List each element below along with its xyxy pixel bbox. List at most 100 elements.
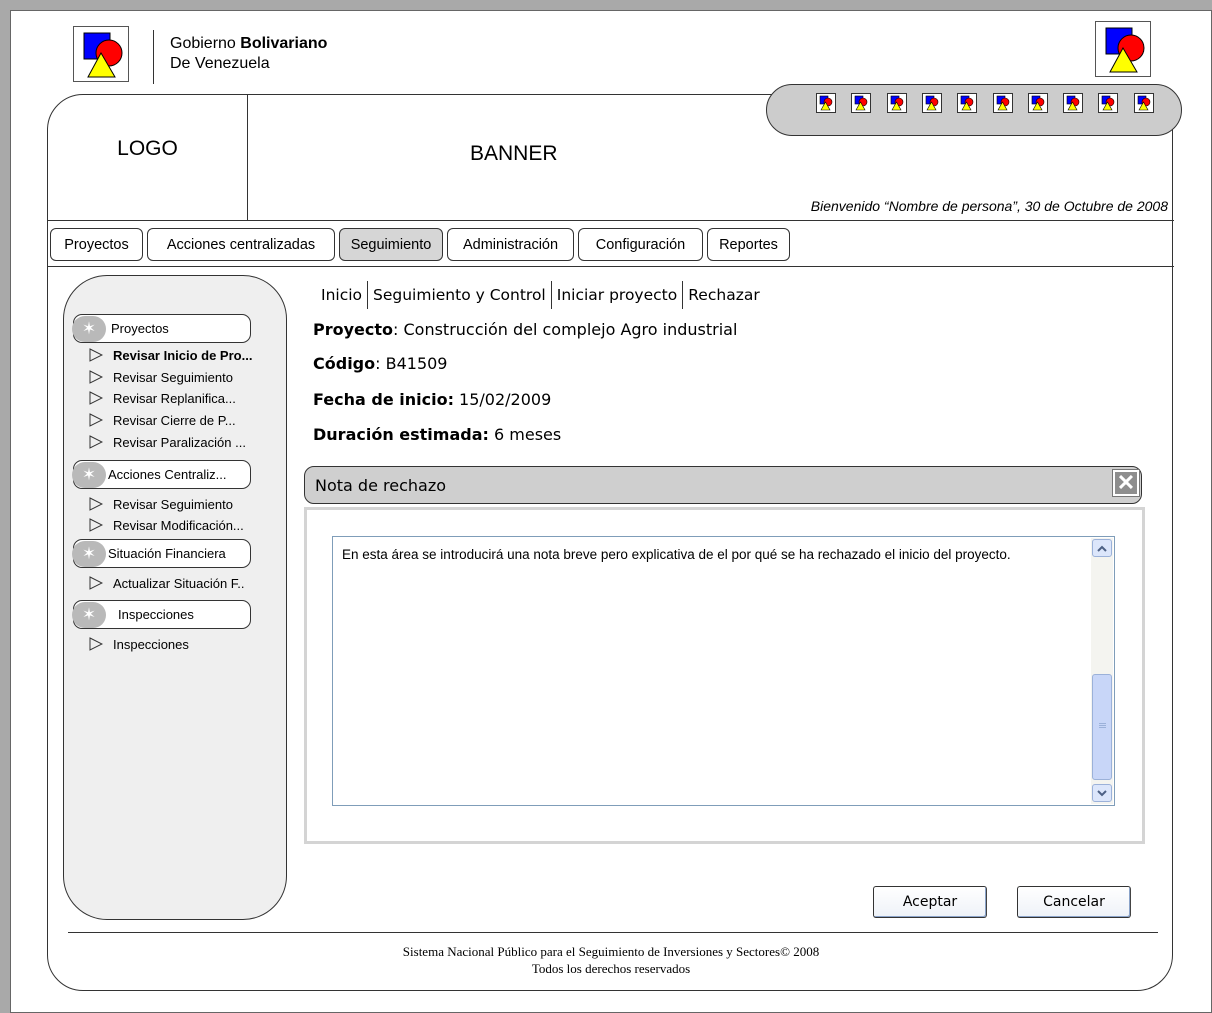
chevron-up-icon xyxy=(1097,545,1107,552)
shapes-mini-icon[interactable] xyxy=(922,93,942,113)
project-name: Proyecto: Construcción del complejo Agro… xyxy=(313,320,737,339)
sidebar-item-label: Revisar Seguimiento xyxy=(113,496,233,512)
breadcrumb-iniciar-proyecto[interactable]: Iniciar proyecto xyxy=(552,286,682,304)
project-duration-label: Duración estimada: xyxy=(313,425,489,444)
shapes-mini-icon[interactable] xyxy=(1134,93,1154,113)
rejection-note-panel: Nota de rechazo ✕ En esta área se introd… xyxy=(304,466,1145,846)
shapes-mini-icon[interactable] xyxy=(1028,93,1048,113)
logo-label: LOGO xyxy=(117,136,178,160)
logo-placeholder: LOGO xyxy=(48,95,248,220)
triangle-right-icon xyxy=(89,370,103,384)
textarea-scrollbar[interactable] xyxy=(1091,538,1113,804)
star-icon: ✶ xyxy=(72,316,106,342)
sidebar-item-label: Revisar Seguimiento xyxy=(113,369,233,385)
sidebar-item-revisar-inicio[interactable]: Revisar Inicio de Pro... xyxy=(89,346,252,364)
sidebar-item-label: Revisar Paralización ... xyxy=(113,434,246,450)
gov-logo-left-icon xyxy=(73,26,129,82)
cancel-button[interactable]: Cancelar xyxy=(1017,886,1131,918)
tab-label: Acciones centralizadas xyxy=(166,236,316,253)
breadcrumb: Inicio Seguimiento y Control Iniciar pro… xyxy=(316,281,765,309)
scroll-down-button[interactable] xyxy=(1092,784,1112,802)
tab-label: Configuración xyxy=(595,236,686,253)
shapes-mini-icon[interactable] xyxy=(993,93,1013,113)
sidebar-item-inspecciones[interactable]: Inspecciones xyxy=(89,635,189,653)
project-code-value: : B41509 xyxy=(375,354,448,373)
close-icon[interactable]: ✕ xyxy=(1112,469,1140,497)
footer-line-1: Sistema Nacional Público para el Seguimi… xyxy=(402,944,820,959)
shapes-mini-icon[interactable] xyxy=(851,93,871,113)
rejection-note-body: En esta área se introducirá una nota bre… xyxy=(304,507,1145,844)
triangle-right-icon xyxy=(89,518,103,532)
tab-proyectos[interactable]: Proyectos xyxy=(50,228,143,261)
sidebar-group-label: Acciones Centraliz... xyxy=(108,467,227,482)
shapes-mini-icon[interactable] xyxy=(1063,93,1083,113)
rejection-note-header: Nota de rechazo ✕ xyxy=(304,466,1142,504)
sidebar-group-situacion-financiera[interactable]: ✶ Situación Financiera xyxy=(72,539,251,568)
star-icon: ✶ xyxy=(72,602,106,628)
banner-placeholder: BANNER xyxy=(470,142,558,165)
shapes-mini-icon[interactable] xyxy=(887,93,907,113)
sidebar-group-label: Proyectos xyxy=(111,321,169,336)
project-start-label: Fecha de inicio: xyxy=(313,390,454,409)
breadcrumb-rechazar[interactable]: Rechazar xyxy=(683,286,764,304)
sidebar-item-actualizar-situacion[interactable]: Actualizar Situación F.. xyxy=(89,574,245,592)
tab-configuracion[interactable]: Configuración xyxy=(578,228,703,261)
sidebar-group-proyectos[interactable]: ✶ Proyectos xyxy=(72,314,251,343)
tab-label: Reportes xyxy=(719,236,778,253)
breadcrumb-inicio[interactable]: Inicio xyxy=(316,286,367,304)
gov-divider xyxy=(153,30,154,84)
sidebar-item-label: Revisar Inicio de Pro... xyxy=(113,347,253,363)
sidebar-item-label: Inspecciones xyxy=(113,636,189,652)
sidebar-item-revisar-seguimiento[interactable]: Revisar Seguimiento xyxy=(89,368,233,386)
triangle-right-icon xyxy=(89,497,103,511)
sidebar-item-revisar-paralizacion[interactable]: Revisar Paralización ... xyxy=(89,433,246,451)
sidebar-item-revisar-cierre[interactable]: Revisar Cierre de P... xyxy=(89,411,236,429)
tab-seguimiento[interactable]: Seguimiento xyxy=(339,228,443,261)
shapes-mini-icon[interactable] xyxy=(957,93,977,113)
tab-label: Seguimiento xyxy=(350,236,432,253)
triangle-right-icon xyxy=(89,391,103,405)
accept-button[interactable]: Aceptar xyxy=(873,886,987,918)
rejection-note-title: Nota de rechazo xyxy=(315,476,447,495)
main-container: LOGO BANNER Bienvenido “Nombre de person… xyxy=(47,84,1182,991)
breadcrumb-seguimiento-control[interactable]: Seguimiento y Control xyxy=(368,286,551,304)
tabs-divider xyxy=(48,266,1174,267)
triangle-right-icon xyxy=(89,348,103,362)
project-start-value: 15/02/2009 xyxy=(453,390,552,409)
scroll-thumb[interactable] xyxy=(1092,674,1112,780)
scroll-up-button[interactable] xyxy=(1092,539,1112,557)
header-divider xyxy=(48,220,1174,221)
sidebar-item-revisar-replanificacion[interactable]: Revisar Replanifica... xyxy=(89,389,236,407)
sidebar-group-inspecciones[interactable]: ✶ Inspecciones xyxy=(72,600,251,629)
scroll-grip-icon xyxy=(1099,723,1106,724)
triangle-right-icon xyxy=(89,435,103,449)
sidebar-item-revisar-modificacion[interactable]: Revisar Modificación... xyxy=(89,516,244,534)
triangle-right-icon xyxy=(89,576,103,590)
tab-acciones-centralizadas[interactable]: Acciones centralizadas xyxy=(147,228,335,261)
project-name-value: : Construcción del complejo Agro industr… xyxy=(393,320,738,339)
tab-reportes[interactable]: Reportes xyxy=(707,228,790,261)
gov-name: Gobierno Bolivariano De Venezuela xyxy=(170,35,328,72)
footer-line-2: Todos los derechos reservados xyxy=(531,961,691,976)
project-duration-value: 6 meses xyxy=(488,425,562,444)
sidebar-item-revisar-seguimiento-acciones[interactable]: Revisar Seguimiento xyxy=(89,495,233,513)
sidebar: ✶ Proyectos Revisar Inicio de Pro... Rev… xyxy=(63,275,287,920)
welcome-message: Bienvenido “Nombre de persona”, 30 de Oc… xyxy=(810,198,1168,214)
sidebar-item-label: Actualizar Situación F.. xyxy=(113,575,245,591)
shapes-mini-icon[interactable] xyxy=(1098,93,1118,113)
rejection-note-textarea[interactable]: En esta área se introducirá una nota bre… xyxy=(332,536,1115,806)
sidebar-item-label: Revisar Modificación... xyxy=(113,517,244,533)
quick-access-toolbar xyxy=(766,84,1182,136)
star-icon: ✶ xyxy=(72,541,106,567)
triangle-right-icon xyxy=(89,637,103,651)
sidebar-item-label: Revisar Cierre de P... xyxy=(113,412,236,428)
footer-divider xyxy=(68,932,1158,933)
star-icon: ✶ xyxy=(72,462,106,488)
sidebar-item-label: Revisar Replanifica... xyxy=(113,390,236,406)
shapes-mini-icon[interactable] xyxy=(816,93,836,113)
rejection-note-text: En esta área se introducirá una nota bre… xyxy=(342,547,1011,562)
project-code-label: Código xyxy=(313,354,376,373)
tab-administracion[interactable]: Administración xyxy=(447,228,574,261)
chevron-down-icon xyxy=(1097,789,1107,796)
sidebar-group-acciones-centralizadas[interactable]: ✶ Acciones Centraliz... xyxy=(72,460,251,489)
